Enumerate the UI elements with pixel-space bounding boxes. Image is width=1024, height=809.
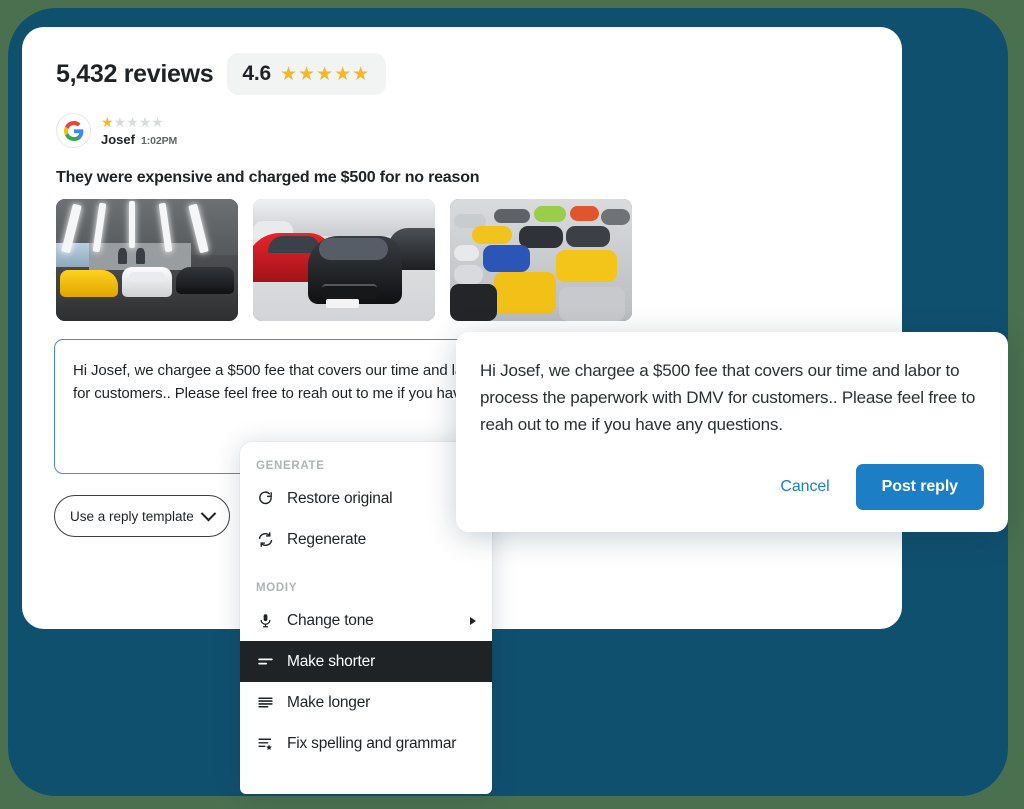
- menu-section-title-generate: GENERATE: [256, 460, 325, 472]
- star-icon-empty: ★: [126, 114, 139, 130]
- menu-item-make-longer[interactable]: Make longer: [240, 682, 492, 723]
- star-icon: ★: [101, 114, 114, 130]
- menu-item-make-shorter[interactable]: Make shorter: [240, 641, 492, 682]
- ai-actions-context-menu[interactable]: GENERATE Restore original Regenerate MOD…: [240, 442, 492, 794]
- microphone-icon: [256, 612, 274, 630]
- review-photo-thumbnail[interactable]: [450, 199, 632, 321]
- reviewer-rating-stars: ★ ★ ★ ★ ★: [101, 115, 177, 129]
- menu-item-label: Fix spelling and grammar: [287, 734, 457, 752]
- star-icon-empty: ★: [138, 114, 152, 130]
- menu-item-label: Make longer: [287, 693, 371, 711]
- review-timestamp: 1:02PM: [140, 135, 178, 147]
- menu-section-title-modify: MODIY: [256, 582, 298, 594]
- regenerate-icon: [256, 531, 274, 549]
- menu-item-restore-original[interactable]: Restore original: [240, 478, 492, 519]
- make-longer-icon: [256, 694, 274, 712]
- star-icon-empty: ★: [113, 114, 127, 130]
- use-reply-template-label: Use a reply template: [70, 508, 194, 524]
- reviews-count-label: 5,432 reviews: [56, 59, 214, 88]
- restore-icon: [256, 490, 274, 508]
- menu-item-change-tone[interactable]: Change tone: [240, 600, 492, 641]
- menu-item-fix-spelling-and-grammar[interactable]: Fix spelling and grammar: [240, 723, 492, 764]
- reviewer-row: ★ ★ ★ ★ ★ Josef 1:02PM: [56, 113, 177, 148]
- review-header: 5,432 reviews 4.6 ★ ★ ★ ★ ★: [56, 53, 387, 95]
- menu-spacer: [240, 560, 492, 574]
- review-photo-thumbnail[interactable]: [56, 199, 238, 321]
- rating-badge: 4.6 ★ ★ ★ ★ ★: [227, 53, 387, 95]
- use-reply-template-button[interactable]: Use a reply template: [54, 495, 230, 537]
- reviewer-line: Josef 1:02PM: [101, 132, 177, 147]
- avatar: [56, 113, 91, 148]
- reviewer-meta: ★ ★ ★ ★ ★ Josef 1:02PM: [101, 115, 177, 147]
- star-icon: ★: [334, 63, 352, 85]
- menu-item-label: Regenerate: [287, 530, 367, 548]
- post-reply-button[interactable]: Post reply: [855, 464, 984, 510]
- menu-item-label: Change tone: [287, 611, 374, 629]
- star-icon: ★: [279, 63, 297, 85]
- star-icon: ★: [316, 63, 334, 85]
- menu-item-regenerate[interactable]: Regenerate: [240, 519, 492, 560]
- menu-item-label: Make shorter: [287, 652, 376, 670]
- reply-preview-card: Hi Josef, we chargee a $500 fee that cov…: [456, 332, 1008, 532]
- cancel-button[interactable]: Cancel: [776, 472, 833, 502]
- review-body-text: They were expensive and charged me $500 …: [56, 169, 480, 186]
- menu-item-label: Restore original: [287, 489, 393, 507]
- review-photo-thumbnail[interactable]: [253, 199, 435, 321]
- make-shorter-icon: [256, 653, 274, 671]
- reply-preview-text: Hi Josef, we chargee a $500 fee that cov…: [480, 361, 976, 434]
- chevron-right-icon: [470, 616, 476, 625]
- chevron-down-icon: [200, 505, 217, 521]
- spellcheck-icon: [256, 735, 274, 753]
- reviewer-name: Josef: [101, 132, 135, 147]
- rating-stars: ★ ★ ★ ★ ★: [280, 65, 369, 84]
- reply-preview-actions: Cancel Post reply: [776, 464, 984, 510]
- star-icon: ★: [352, 63, 370, 85]
- rating-value: 4.6: [242, 62, 271, 85]
- star-icon-empty: ★: [151, 114, 164, 130]
- google-logo-icon: [63, 120, 83, 141]
- star-icon: ★: [297, 63, 316, 85]
- review-photo-strip: [56, 199, 632, 321]
